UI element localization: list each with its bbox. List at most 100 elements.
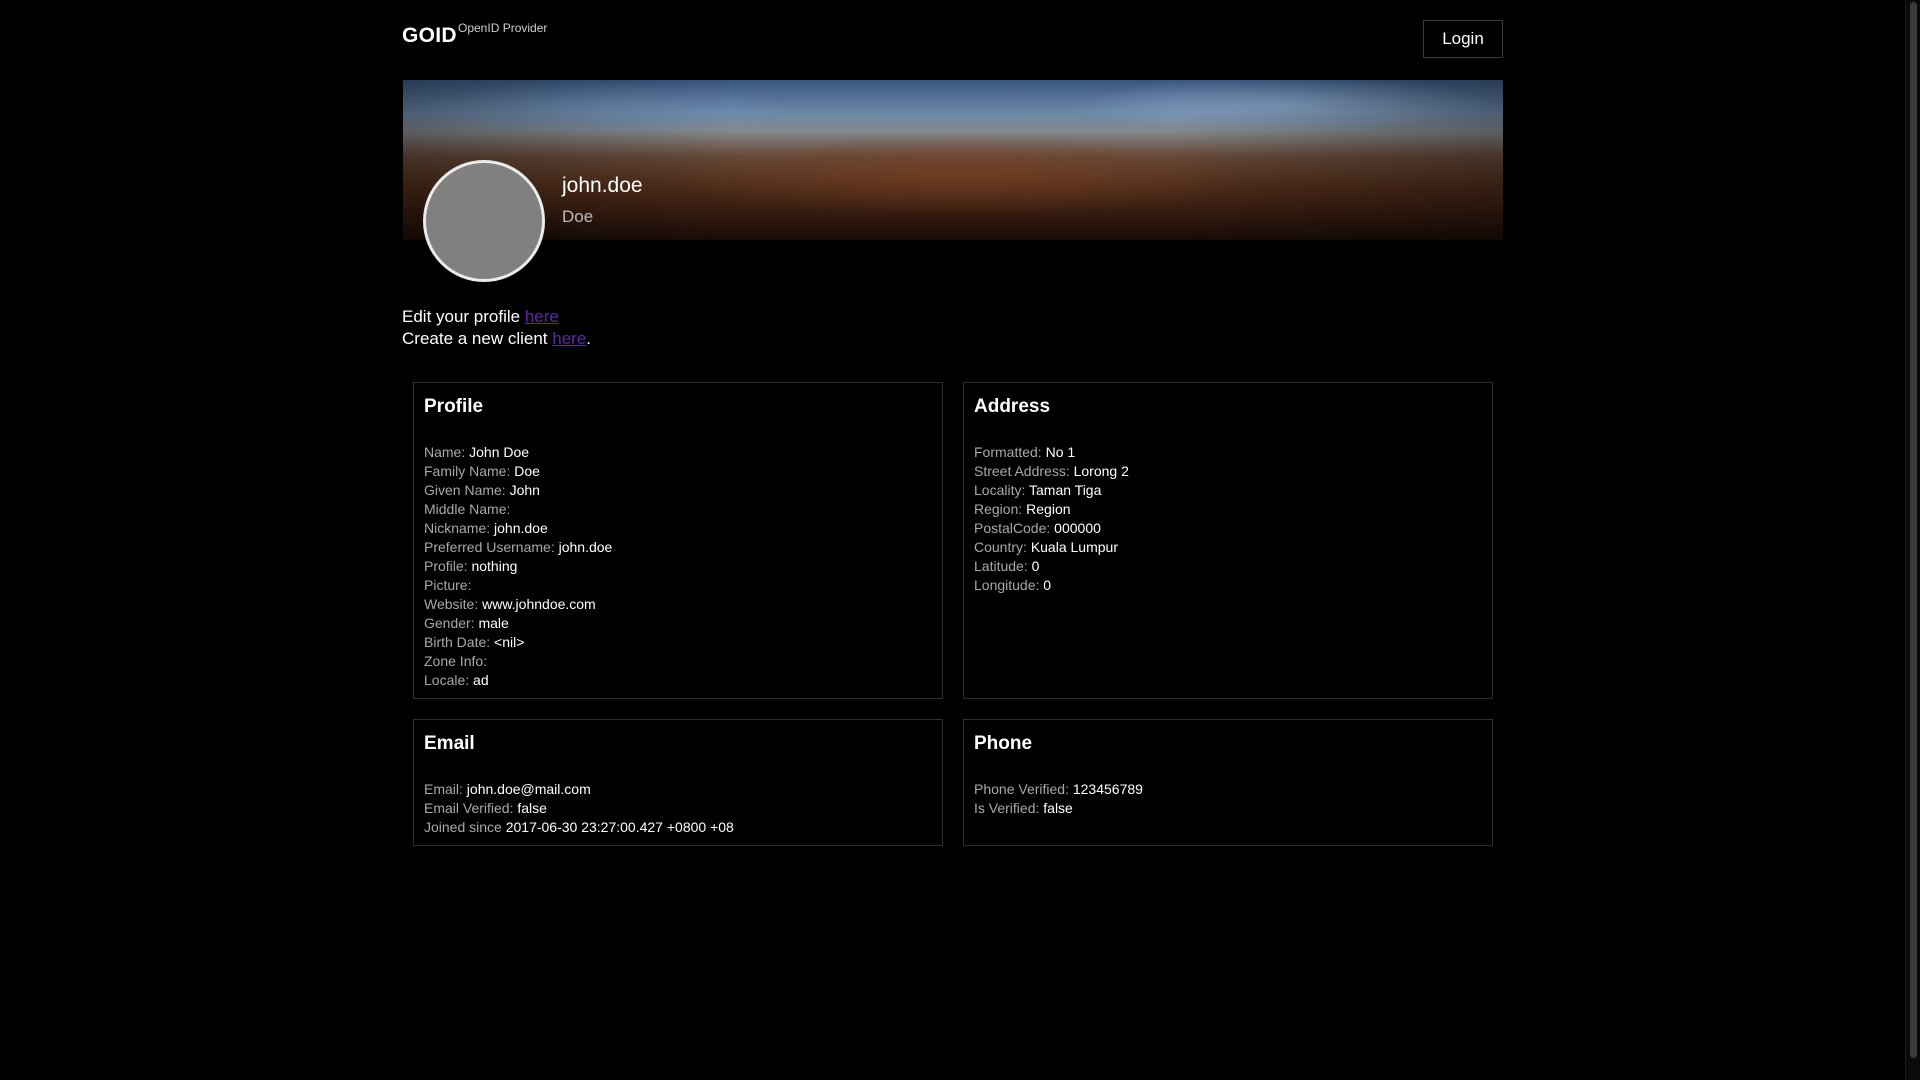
field-label: Joined since [424,819,502,835]
field-label: Picture: [424,577,472,593]
field-row: Family Name: Doe [424,462,932,481]
address-card-title: Address [974,396,1051,417]
field-row: Is Verified: false [974,799,1482,818]
field-row: Website: www.johndoe.com [424,595,932,614]
edit-profile-text: Edit your profile [402,307,525,326]
field-value: Lorong 2 [1073,463,1129,479]
field-label: Zone Info: [424,653,488,669]
field-label: Middle Name: [424,501,511,517]
field-row: Email: john.doe@mail.com [424,780,932,799]
edit-profile-link[interactable]: here [525,307,559,326]
field-row: Formatted: No 1 [974,443,1482,462]
field-row: Street Address: Lorong 2 [974,462,1482,481]
field-value: john.doe [494,520,548,536]
field-value: 0 [1031,558,1040,574]
field-row: Name: John Doe [424,443,932,462]
email-fields: Email: john.doe@mail.com Email Verified: … [424,780,932,837]
field-row: Longitude: 0 [974,576,1482,595]
field-value: 2017-06-30 23:27:00.427 +0800 +08 [505,819,734,835]
field-row: Joined since 2017-06-30 23:27:00.427 +08… [424,818,932,837]
field-row: Country: Kuala Lumpur [974,538,1482,557]
scrollbar-thumb[interactable] [1910,2,1917,1058]
field-row: Latitude: 0 [974,557,1482,576]
field-label: Gender: [424,615,475,631]
field-value: Kuala Lumpur [1030,539,1118,555]
banner-username: john.doe [562,174,643,197]
address-fields: Formatted: No 1 Street Address: Lorong 2L… [974,443,1482,595]
field-value: john.doe [558,539,613,555]
avatar [423,160,545,282]
phone-fields: Phone Verified: 123456789 Is Verified: fa… [974,780,1482,818]
banner-family-name: Doe [562,207,594,226]
edit-profile-line: Edit your profile here [402,306,591,328]
field-value: Doe [514,463,540,479]
field-label: Longitude: [974,577,1040,593]
field-value: nothing [471,558,518,574]
field-value: false [1043,800,1073,816]
brand-logo[interactable]: GOID [402,24,457,48]
field-row: Region: Region [974,500,1482,519]
field-row: Phone Verified: 123456789 [974,780,1482,799]
field-value: 123456789 [1072,781,1143,797]
field-label: Formatted: [974,444,1042,460]
address-card: Address Formatted: No 1 Street Address: L… [963,382,1493,699]
field-value: ad [473,672,489,688]
field-label: Family Name: [424,463,511,479]
field-label: PostalCode: [974,520,1051,536]
email-card-title: Email [424,733,475,754]
field-row: Middle Name: [424,500,932,519]
phone-card-title: Phone [974,733,1033,754]
field-label: Profile: [424,558,468,574]
field-label: Name: [424,444,466,460]
field-value: John [509,482,540,498]
field-row: Locality: Taman Tiga [974,481,1482,500]
field-label: Locality: [974,482,1026,498]
field-row: Email Verified: false [424,799,932,818]
field-row: Picture: [424,576,932,595]
field-label: Email Verified: [424,800,514,816]
field-value: Region [1026,501,1071,517]
field-row: Locale: ad [424,671,932,690]
header: GOID OpenID Provider Login [402,14,1503,64]
field-value: 0 [1043,577,1052,593]
field-value: false [517,800,547,816]
field-label: Given Name: [424,482,506,498]
field-label: Is Verified: [974,800,1040,816]
field-row: Birth Date: <nil> [424,633,932,652]
field-value: john.doe@mail.com [466,781,591,797]
field-row: PostalCode: 000000 [974,519,1482,538]
field-row: Zone Info: [424,652,932,671]
create-client-link[interactable]: here [552,329,586,348]
field-value: Taman Tiga [1029,482,1102,498]
page: GOID OpenID Provider Login john.doe Doe … [0,0,1920,1080]
field-label: Preferred Username: [424,539,555,555]
phone-card: Phone Phone Verified: 123456789 Is Verifi… [963,719,1493,846]
field-label: Birth Date: [424,634,491,650]
field-value: No 1 [1045,444,1076,460]
scrollbar[interactable] [1905,0,1920,1080]
brand-subtitle: OpenID Provider [458,21,548,35]
profile-card: Profile Name: John Doe Family Name: Doe Gi… [413,382,943,699]
field-label: Street Address: [974,463,1070,479]
field-row: Given Name: John [424,481,932,500]
create-client-text: Create a new client [402,329,553,348]
login-button[interactable]: Login [1423,20,1503,58]
field-label: Nickname: [424,520,491,536]
field-value: 000000 [1054,520,1101,536]
field-row: Preferred Username: john.doe [424,538,932,557]
field-row: Gender: male [424,614,932,633]
field-label: Website: [424,596,479,612]
field-label: Locale: [424,672,470,688]
create-client-suffix: . [586,329,592,348]
profile-links: Edit your profile here Create a new clie… [402,306,591,350]
profile-fields: Name: John Doe Family Name: Doe Given Name… [424,443,932,690]
create-client-line: Create a new client here. [402,328,591,350]
field-label: Country: [974,539,1027,555]
field-row: Profile: nothing [424,557,932,576]
field-label: Latitude: [974,558,1028,574]
field-value: John Doe [469,444,530,460]
profile-card-title: Profile [424,396,484,417]
field-value: <nil> [494,634,525,650]
email-card: Email Email: john.doe@mail.com Email Veri… [413,719,943,846]
field-value: www.johndoe.com [482,596,596,612]
